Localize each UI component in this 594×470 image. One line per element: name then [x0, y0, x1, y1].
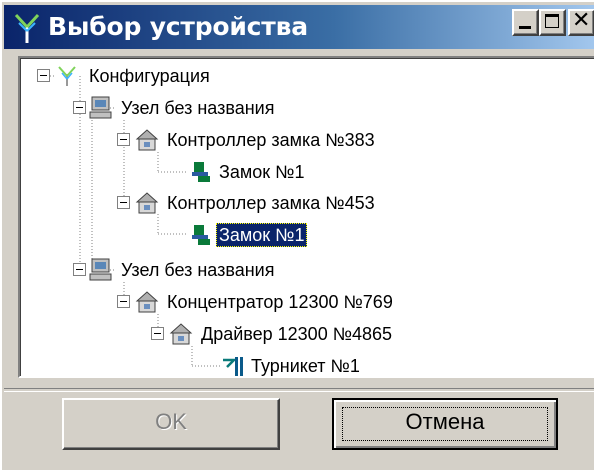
- collapse-icon[interactable]: [117, 295, 130, 308]
- controller-icon: [135, 129, 159, 151]
- controller-icon: [135, 192, 159, 214]
- collapse-icon[interactable]: [117, 196, 130, 209]
- turnstile-icon: [223, 357, 243, 376]
- title-bar[interactable]: Выбор устройства: [4, 5, 594, 49]
- computer-icon: [89, 258, 112, 281]
- collapse-icon[interactable]: [37, 69, 50, 82]
- cancel-button[interactable]: Отмена: [332, 398, 558, 450]
- tree-node-label: Концентратор 12300 №769: [167, 292, 393, 312]
- tree-node-label: Драйвер 12300 №4865: [201, 324, 393, 344]
- maximize-icon: [545, 14, 559, 28]
- device-selection-dialog: Выбор устройства ✕ Конфигурация Узел без…: [0, 0, 594, 470]
- collapse-icon[interactable]: [73, 101, 86, 114]
- collapse-icon[interactable]: [151, 327, 164, 340]
- minimize-icon: [519, 26, 531, 29]
- device-tree[interactable]: Конфигурация Узел без названия Контролле…: [18, 56, 594, 378]
- separator: [4, 388, 594, 392]
- collapse-icon[interactable]: [73, 263, 86, 276]
- hub-icon: [135, 291, 159, 313]
- computer-icon: [89, 96, 112, 119]
- close-button[interactable]: ✕: [568, 8, 594, 36]
- tree-node-label: Замок №1: [219, 162, 305, 182]
- driver-icon: [169, 323, 193, 345]
- collapse-icon[interactable]: [117, 133, 130, 146]
- configuration-icon: [58, 66, 76, 86]
- tree-node-label: Конфигурация: [89, 66, 210, 86]
- tree-node-label: Узел без названия: [121, 260, 275, 280]
- cancel-button-label: Отмена: [405, 409, 485, 434]
- tree-node-label: Узел без названия: [121, 98, 275, 118]
- configuration-icon: [14, 13, 40, 43]
- close-icon: ✕: [572, 8, 591, 33]
- maximize-button[interactable]: [539, 9, 566, 36]
- ok-button[interactable]: OK: [62, 398, 280, 450]
- tree-node-label: Турникет №1: [251, 356, 360, 376]
- tree-node-label: Замок №1: [216, 223, 308, 247]
- tree-node-label: Контроллер замка №383: [167, 130, 375, 150]
- window-title: Выбор устройства: [48, 12, 308, 41]
- lock-icon: [192, 162, 210, 182]
- lock-icon: [192, 225, 210, 245]
- tree-node-label: Контроллер замка №453: [167, 193, 375, 213]
- ok-button-label: OK: [155, 409, 187, 434]
- minimize-button[interactable]: [512, 9, 539, 36]
